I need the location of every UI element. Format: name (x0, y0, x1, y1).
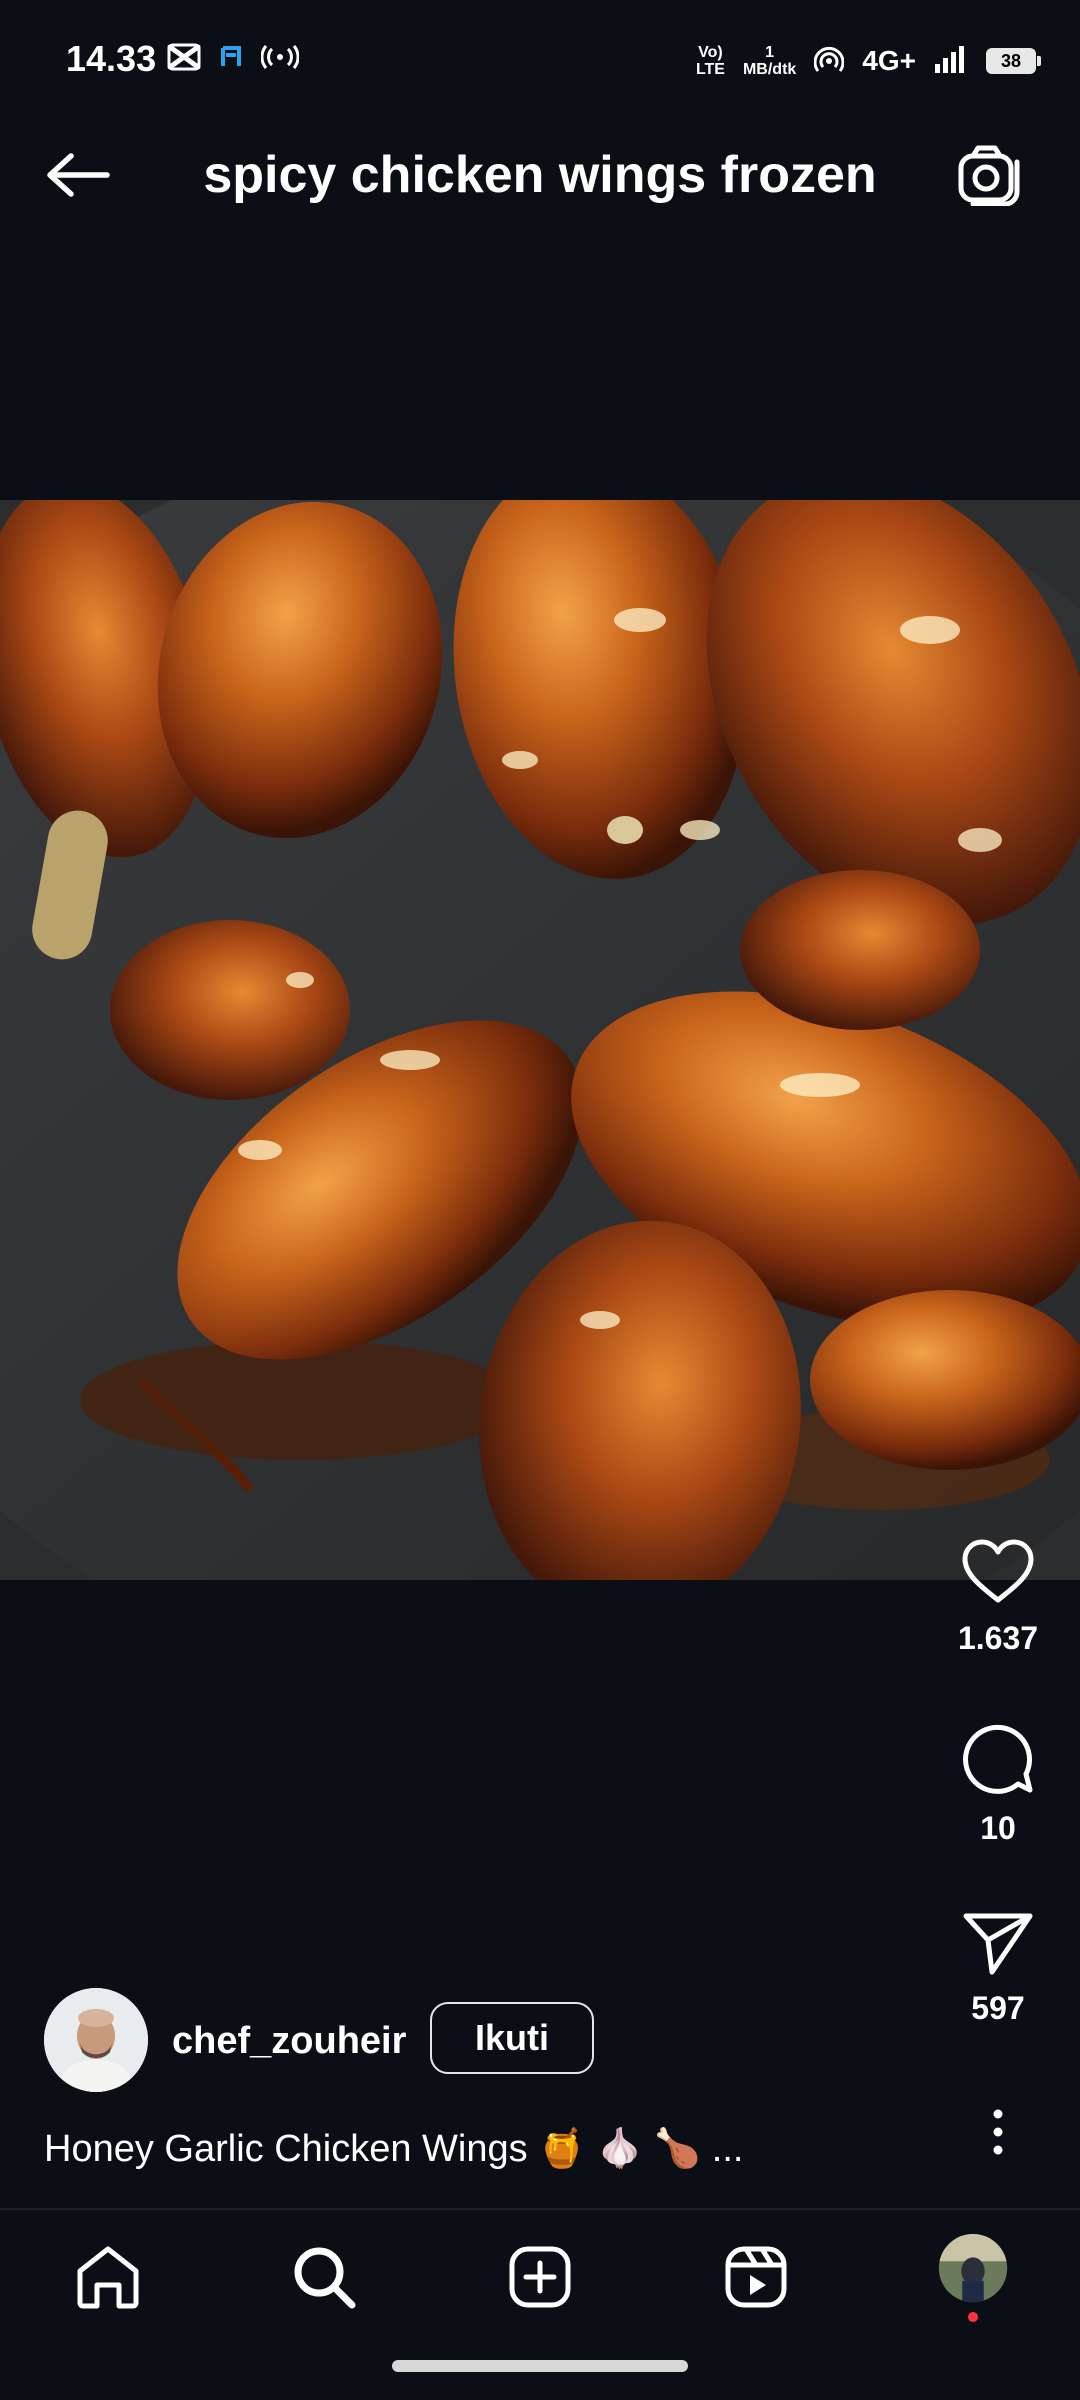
share-count: 597 (971, 1990, 1025, 2026)
hotspot-icon (260, 40, 300, 74)
create-icon (509, 2246, 571, 2308)
more-vertical-icon (993, 2109, 1003, 2155)
author-username[interactable]: chef_zouheir (172, 2016, 406, 2066)
app-notification-icon (218, 40, 244, 74)
author-avatar[interactable] (44, 1988, 148, 2092)
arrow-left-icon (47, 153, 110, 197)
profile-avatar (938, 2233, 1008, 2303)
nav-create[interactable] (485, 2232, 595, 2322)
notification-dot (968, 2312, 978, 2322)
reels-icon (725, 2246, 787, 2308)
heart-icon (962, 1539, 1034, 1603)
nav-search[interactable] (269, 2232, 379, 2322)
post-caption[interactable]: Honey Garlic Chicken Wings 🍯 🧄 🍗 ... (44, 2124, 743, 2174)
capcut-icon (166, 40, 202, 74)
data-speed-unit: MB/dtk (742, 61, 797, 78)
nav-home[interactable] (53, 2232, 163, 2322)
data-speed-value: 1 (765, 44, 775, 61)
nav-profile[interactable] (918, 2232, 1028, 2322)
volte-label-bottom: LTE (695, 61, 725, 78)
more-options-button[interactable] (950, 2104, 1046, 2160)
comment-count: 10 (980, 1810, 1016, 1846)
follow-button[interactable]: Ikuti (430, 2002, 594, 2074)
home-icon (77, 2246, 139, 2309)
like-action[interactable]: 1.637 (950, 1538, 1046, 1657)
battery-icon: 38 (986, 48, 1041, 74)
volte-icon: Vo) LTE (696, 44, 725, 78)
send-icon (963, 1913, 1033, 1975)
volte-label-top: Vo) (698, 44, 723, 61)
like-count: 1.637 (957, 1620, 1039, 1656)
home-indicator[interactable] (392, 2360, 688, 2372)
back-button[interactable] (38, 140, 118, 210)
search-icon (294, 2247, 356, 2309)
comment-icon (963, 1724, 1033, 1794)
status-right-group: Vo) LTE 1 MB/dtk 4G+ 38 (696, 36, 1041, 86)
camera-icon (958, 145, 1020, 206)
wifi-calling-icon (813, 44, 845, 79)
battery-level: 38 (1000, 50, 1022, 71)
nav-reels[interactable] (701, 2232, 811, 2322)
comment-action[interactable]: 10 (950, 1720, 1046, 1847)
network-type: 4G+ (862, 45, 916, 76)
post-image[interactable] (0, 500, 1080, 1580)
status-time: 14.33 (66, 38, 157, 79)
page-title: spicy chicken wings frozen (203, 146, 877, 204)
share-action[interactable]: 597 (950, 1910, 1046, 2027)
data-speed: 1 MB/dtk (743, 44, 796, 78)
signal-icon (934, 44, 968, 79)
camera-button[interactable] (950, 138, 1030, 212)
